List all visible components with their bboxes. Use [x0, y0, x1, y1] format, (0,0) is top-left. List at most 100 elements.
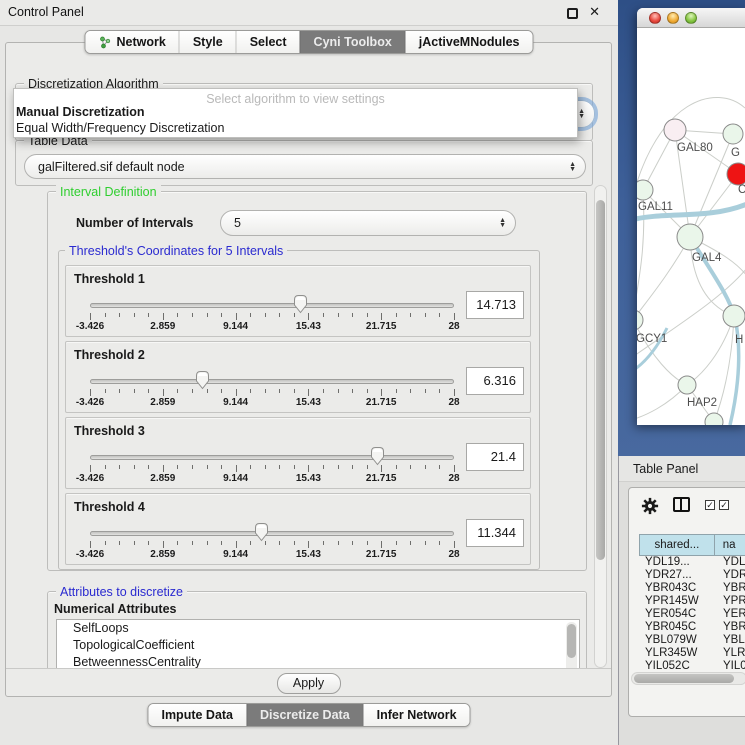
- network-node[interactable]: [705, 413, 723, 425]
- table-row[interactable]: YLR345WYLR3: [639, 647, 745, 660]
- table-hscrollbar-thumb[interactable]: [634, 674, 734, 683]
- numerical-attributes-list[interactable]: SelfLoopsTopologicalCoefficientBetweenne…: [56, 619, 580, 668]
- popup-option-equal-width-frequency[interactable]: Equal Width/Frequency Discretization: [16, 121, 224, 135]
- threshold-value-field[interactable]: 14.713: [466, 291, 524, 319]
- gear-icon[interactable]: [641, 497, 659, 515]
- tick-mark: [221, 465, 222, 469]
- popup-option-manual-discretization[interactable]: Manual Discretization: [16, 105, 145, 119]
- network-node-gal4[interactable]: [677, 224, 703, 250]
- panel-scrollbar[interactable]: [594, 185, 607, 668]
- network-node-gal80[interactable]: [664, 119, 686, 141]
- threshold-value-field[interactable]: 11.344: [466, 519, 524, 547]
- table-cell: YER054C: [639, 608, 715, 621]
- column-header-na[interactable]: na: [715, 534, 745, 556]
- attribute-item-betweennesscentrality[interactable]: BetweennessCentrality: [57, 654, 579, 668]
- tab-impute-data[interactable]: Impute Data: [148, 704, 246, 726]
- tab-style[interactable]: Style: [179, 31, 236, 53]
- threshold-slider-track[interactable]: [90, 455, 454, 460]
- tick-mark: [308, 541, 309, 548]
- table-data-combobox[interactable]: galFiltered.sif default node ▲▼: [24, 154, 586, 179]
- checkbox-icon[interactable]: ✓: [719, 500, 729, 510]
- table-hscrollbar[interactable]: [631, 672, 745, 685]
- threshold-slider-track[interactable]: [90, 303, 454, 308]
- table-row[interactable]: YBR045CYBR0: [639, 621, 745, 634]
- threshold-label: Threshold 4: [74, 500, 145, 514]
- network-node-gcy1[interactable]: [637, 310, 643, 330]
- threshold-slider-track[interactable]: [90, 531, 454, 536]
- tick-mark: [134, 389, 135, 393]
- table-body: YDL19...YDL1YDR27...YDR2YBR043CYBR0YPR14…: [639, 556, 745, 673]
- number-of-intervals-value: 5: [234, 216, 241, 230]
- tab-infer-network[interactable]: Infer Network: [363, 704, 470, 726]
- tab-label: Impute Data: [161, 708, 233, 722]
- scale-label: 9.144: [223, 397, 248, 408]
- tick-mark: [192, 313, 193, 317]
- tab-discretize-data[interactable]: Discretize Data: [246, 704, 363, 726]
- tick-mark: [323, 541, 324, 545]
- table-row[interactable]: YBL079WYBL0: [639, 634, 745, 647]
- table-row[interactable]: YBR043CYBR0: [639, 582, 745, 595]
- apply-button[interactable]: Apply: [277, 673, 341, 694]
- minimize-traffic-light-icon[interactable]: [667, 12, 679, 24]
- slider-thumb[interactable]: [292, 294, 309, 314]
- column-header-shared[interactable]: shared...: [639, 534, 715, 556]
- checkbox-icon[interactable]: ✓: [705, 500, 715, 510]
- attribute-item-selfloops[interactable]: SelfLoops: [57, 620, 579, 637]
- tick-mark: [192, 389, 193, 393]
- zoom-traffic-light-icon[interactable]: [685, 12, 697, 24]
- network-node-c[interactable]: [727, 163, 745, 185]
- table-row[interactable]: YDR27...YDR2: [639, 569, 745, 582]
- tick-mark: [279, 465, 280, 469]
- tick-mark: [425, 389, 426, 393]
- tick-mark: [294, 389, 295, 393]
- table-cell: YLR3: [715, 647, 745, 660]
- panel-scrollbar-thumb[interactable]: [596, 200, 605, 560]
- apply-row: Apply: [6, 668, 611, 697]
- tab-cyni-toolbox[interactable]: Cyni Toolbox: [300, 31, 405, 53]
- thresholds-coordinates-group: Threshold's Coordinates for 5 Intervals …: [58, 250, 540, 570]
- tick-mark: [163, 389, 164, 396]
- screen: Control Panel ✕ NetworkStyleSelectCyni T…: [0, 0, 745, 745]
- tab-select[interactable]: Select: [236, 31, 300, 53]
- tab-jactivemnodules[interactable]: jActiveMNodules: [405, 31, 533, 53]
- table-row[interactable]: YER054CYER0: [639, 608, 745, 621]
- list-scrollbar-thumb[interactable]: [567, 624, 576, 658]
- threshold-value-field[interactable]: 21.4: [466, 443, 524, 471]
- network-node-hap2[interactable]: [678, 376, 696, 394]
- slider-thumb[interactable]: [194, 370, 211, 390]
- slider-thumb[interactable]: [253, 522, 270, 542]
- tick-mark: [454, 541, 455, 548]
- close-traffic-light-icon[interactable]: [649, 12, 661, 24]
- tab-network[interactable]: Network: [85, 31, 178, 53]
- column-visibility-icon[interactable]: [673, 497, 690, 512]
- number-of-intervals-label: Number of Intervals: [76, 216, 193, 230]
- attribute-item-topologicalcoefficient[interactable]: TopologicalCoefficient: [57, 637, 579, 654]
- threshold-label: Threshold 1: [74, 272, 145, 286]
- settings-scroll-viewport: Interval Definition Number of Intervals …: [6, 185, 604, 668]
- close-icon[interactable]: ✕: [589, 4, 600, 20]
- threshold-value-field[interactable]: 6.316: [466, 367, 524, 395]
- combo-stepper-icon[interactable]: ▲▼: [499, 218, 506, 228]
- tick-mark: [294, 465, 295, 469]
- interval-definition-label: Interval Definition: [56, 185, 161, 199]
- network-node-h[interactable]: [723, 305, 745, 327]
- threshold-slider-track[interactable]: [90, 379, 454, 384]
- float-window-icon[interactable]: [567, 8, 578, 19]
- table-row[interactable]: YDL19...YDL1: [639, 556, 745, 569]
- network-icon: [98, 36, 111, 49]
- number-of-intervals-combobox[interactable]: 5 ▲▼: [220, 210, 516, 236]
- tick-mark: [90, 465, 91, 472]
- attributes-to-discretize-group: Attributes to discretize Numerical Attri…: [47, 591, 587, 668]
- combo-stepper-icon[interactable]: ▲▼: [569, 162, 576, 172]
- table-row[interactable]: YPR145WYPR1: [639, 595, 745, 608]
- slider-thumb[interactable]: [369, 446, 386, 466]
- network-node-gal11[interactable]: [637, 180, 653, 200]
- network-canvas[interactable]: GAL80GCGAL11GAL4GCY1HHAP2: [637, 28, 745, 425]
- network-window-titlebar[interactable]: [637, 8, 745, 28]
- combo-stepper-icon[interactable]: ▲▼: [578, 109, 585, 119]
- list-scrollbar[interactable]: [566, 622, 577, 668]
- network-node-g[interactable]: [723, 124, 743, 144]
- tab-label: Discretize Data: [260, 708, 350, 722]
- algorithm-hint: Select algorithm to view settings: [14, 92, 577, 106]
- threshold-row-2: Threshold 2-3.4262.8599.14415.4321.71528…: [65, 341, 531, 413]
